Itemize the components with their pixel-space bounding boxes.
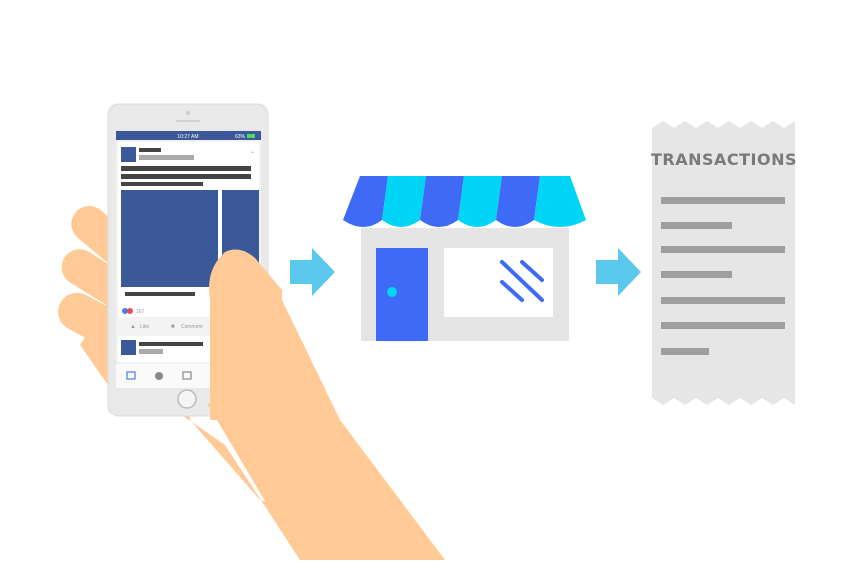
receipt-line-2 bbox=[661, 222, 732, 229]
reaction-count: 167 bbox=[136, 309, 145, 315]
awning-stripe-2 bbox=[382, 176, 426, 227]
love-reaction-icon bbox=[127, 308, 133, 314]
receipt-line-1 bbox=[661, 197, 785, 204]
flow-diagram: 10:27 AM 63% ⌄ 167 ▲ Like ■ Comment TRAN… bbox=[58, 103, 797, 560]
phone-speaker bbox=[176, 120, 200, 122]
post-text-line-1 bbox=[121, 166, 251, 171]
post-2-author bbox=[139, 342, 203, 346]
awning-stripe-6 bbox=[534, 176, 586, 227]
receipt-title: TRANSACTIONS bbox=[651, 150, 797, 169]
status-battery: 63% bbox=[235, 134, 246, 140]
store-icon bbox=[343, 176, 586, 341]
receipt-line-7 bbox=[661, 348, 709, 355]
store-door bbox=[376, 248, 428, 341]
post-image-main[interactable] bbox=[121, 190, 218, 287]
awning-stripe-4 bbox=[458, 176, 502, 227]
chevron-down-icon[interactable]: ⌄ bbox=[250, 149, 255, 155]
awning-stripe-5 bbox=[496, 176, 540, 227]
receipt-line-6 bbox=[661, 322, 785, 329]
comment-icon: ■ bbox=[171, 324, 175, 330]
post-2-avatar bbox=[121, 340, 136, 355]
receipt-line-3 bbox=[661, 246, 785, 253]
like-button[interactable]: Like bbox=[140, 324, 149, 330]
home-button[interactable] bbox=[177, 389, 197, 409]
store-window bbox=[444, 248, 553, 317]
receipt-line-5 bbox=[661, 297, 785, 304]
phone-camera bbox=[186, 111, 190, 115]
receipt-line-4 bbox=[661, 271, 732, 278]
post-meta bbox=[139, 155, 194, 160]
status-time: 10:27 AM bbox=[177, 134, 198, 140]
post-2-meta bbox=[139, 349, 163, 354]
video-icon[interactable] bbox=[155, 372, 163, 380]
battery-icon bbox=[247, 134, 255, 138]
awning-stripe-3 bbox=[420, 176, 464, 227]
post-caption bbox=[125, 292, 195, 296]
door-knob bbox=[387, 287, 397, 297]
arrow-right-icon bbox=[596, 248, 641, 296]
post-text-line-3 bbox=[121, 182, 203, 186]
awning-stripe-1 bbox=[343, 176, 388, 227]
thumbs-up-icon: ▲ bbox=[130, 324, 136, 330]
receipt-icon: TRANSACTIONS bbox=[651, 121, 797, 405]
post-avatar bbox=[121, 147, 136, 162]
post-text-line-2 bbox=[121, 174, 251, 179]
arrow-right-icon bbox=[290, 248, 335, 296]
post-author bbox=[139, 148, 161, 152]
comment-button[interactable]: Comment bbox=[181, 324, 203, 330]
